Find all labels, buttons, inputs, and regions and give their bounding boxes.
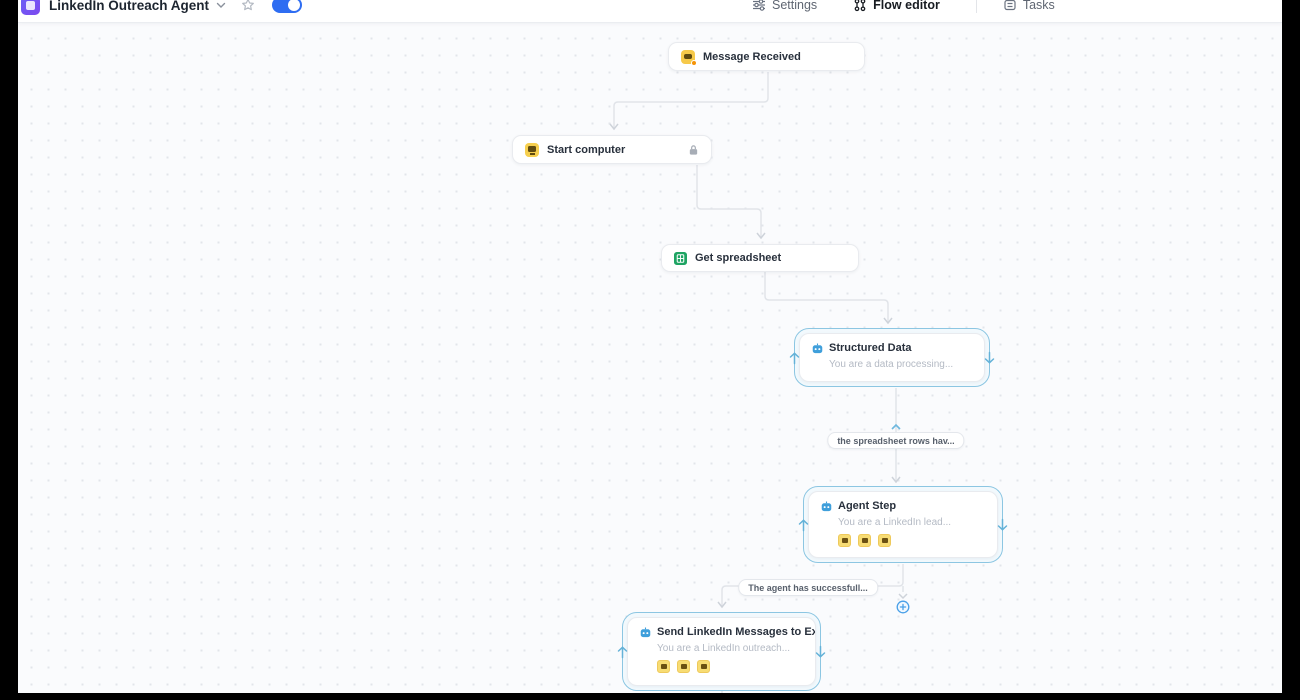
computer-icon [525, 143, 539, 157]
nav-flow-editor[interactable]: Flow editor [853, 0, 940, 12]
tool-icons-row [838, 534, 985, 547]
edge-start-to-sheet [697, 165, 761, 237]
agent-robot-icon [812, 343, 823, 354]
node-get-spreadsheet[interactable]: Get spreadsheet [661, 244, 859, 272]
loop-structured-data: Structured Data You are a data processin… [794, 328, 990, 387]
node-agent-step[interactable]: Agent Step You are a LinkedIn lead... [808, 491, 998, 558]
node-title: Send LinkedIn Messages to Ext... [657, 626, 816, 638]
agent-robot-icon [821, 501, 832, 512]
computer-tool-icon [858, 534, 871, 547]
arrowhead [899, 594, 907, 598]
computer-tool-icon [657, 660, 670, 673]
node-message-received[interactable]: Message Received [668, 42, 865, 71]
node-title: Start computer [547, 144, 625, 156]
flow-editor-icon [853, 0, 867, 12]
node-subtitle: You are a LinkedIn outreach... [657, 643, 803, 654]
node-title: Structured Data [829, 342, 912, 354]
computer-tool-icon [838, 534, 851, 547]
computer-tool-icon [677, 660, 690, 673]
nav-divider [976, 0, 977, 13]
edge-sheet-to-structured [765, 272, 888, 322]
loop-agent-step: Agent Step You are a LinkedIn lead... [803, 486, 1003, 563]
workflow-title[interactable]: LinkedIn Outreach Agent [49, 0, 209, 13]
node-send-linkedin-messages[interactable]: Send LinkedIn Messages to Ext... You are… [627, 617, 816, 686]
node-title: Message Received [703, 51, 801, 63]
loop-down-arrow-icon [815, 645, 826, 658]
flow-edges [18, 0, 1282, 693]
node-title: Get spreadsheet [695, 252, 781, 264]
node-subtitle: You are a data processing... [829, 359, 972, 370]
loop-send-linkedin-messages: Send LinkedIn Messages to Ext... You are… [622, 612, 821, 691]
nav-flow-editor-label: Flow editor [873, 0, 940, 12]
loop-up-arrow-icon [617, 645, 628, 658]
add-step-button[interactable] [896, 600, 910, 614]
agent-robot-icon [640, 627, 651, 638]
tool-icons-row [657, 660, 803, 673]
nav-settings-label: Settings [772, 0, 817, 12]
message-bubble-icon [681, 50, 695, 64]
toggle-knob [288, 0, 300, 11]
node-title: Agent Step [838, 500, 896, 512]
nav-tasks-label: Tasks [1023, 0, 1055, 12]
screen: LinkedIn Outreach Agent Settings [0, 0, 1300, 700]
loop-up-arrow-icon [798, 518, 809, 531]
chevron-down-icon[interactable] [216, 2, 226, 9]
lock-icon [688, 144, 699, 156]
computer-tool-icon [697, 660, 710, 673]
edge-condition-badge[interactable]: The agent has successfull... [738, 579, 878, 596]
node-structured-data[interactable]: Structured Data You are a data processin… [799, 333, 985, 382]
node-subtitle: You are a LinkedIn lead... [838, 517, 985, 528]
workflow-enabled-toggle[interactable] [272, 0, 302, 13]
nav-settings[interactable]: Settings [752, 0, 817, 12]
loop-down-arrow-icon [997, 518, 1008, 531]
star-icon[interactable] [241, 0, 255, 12]
nav-tasks[interactable]: Tasks [1003, 0, 1055, 12]
loop-up-arrow-icon [789, 351, 800, 364]
sliders-icon [752, 0, 766, 12]
node-start-computer[interactable]: Start computer [512, 135, 712, 164]
tasks-icon [1003, 0, 1017, 12]
loop-down-arrow-icon [984, 351, 995, 364]
edge-condition-text: the spreadsheet rows hav... [837, 436, 954, 446]
edge-condition-text: The agent has successfull... [748, 583, 868, 593]
edge-trigger-to-start [614, 72, 768, 128]
app-window: LinkedIn Outreach Agent Settings [18, 0, 1282, 693]
app-logo-icon[interactable] [21, 0, 40, 15]
computer-tool-icon [878, 534, 891, 547]
edge-condition-badge[interactable]: the spreadsheet rows hav... [827, 432, 964, 449]
google-sheets-icon [674, 252, 687, 265]
top-bar: LinkedIn Outreach Agent Settings [18, 0, 1282, 23]
